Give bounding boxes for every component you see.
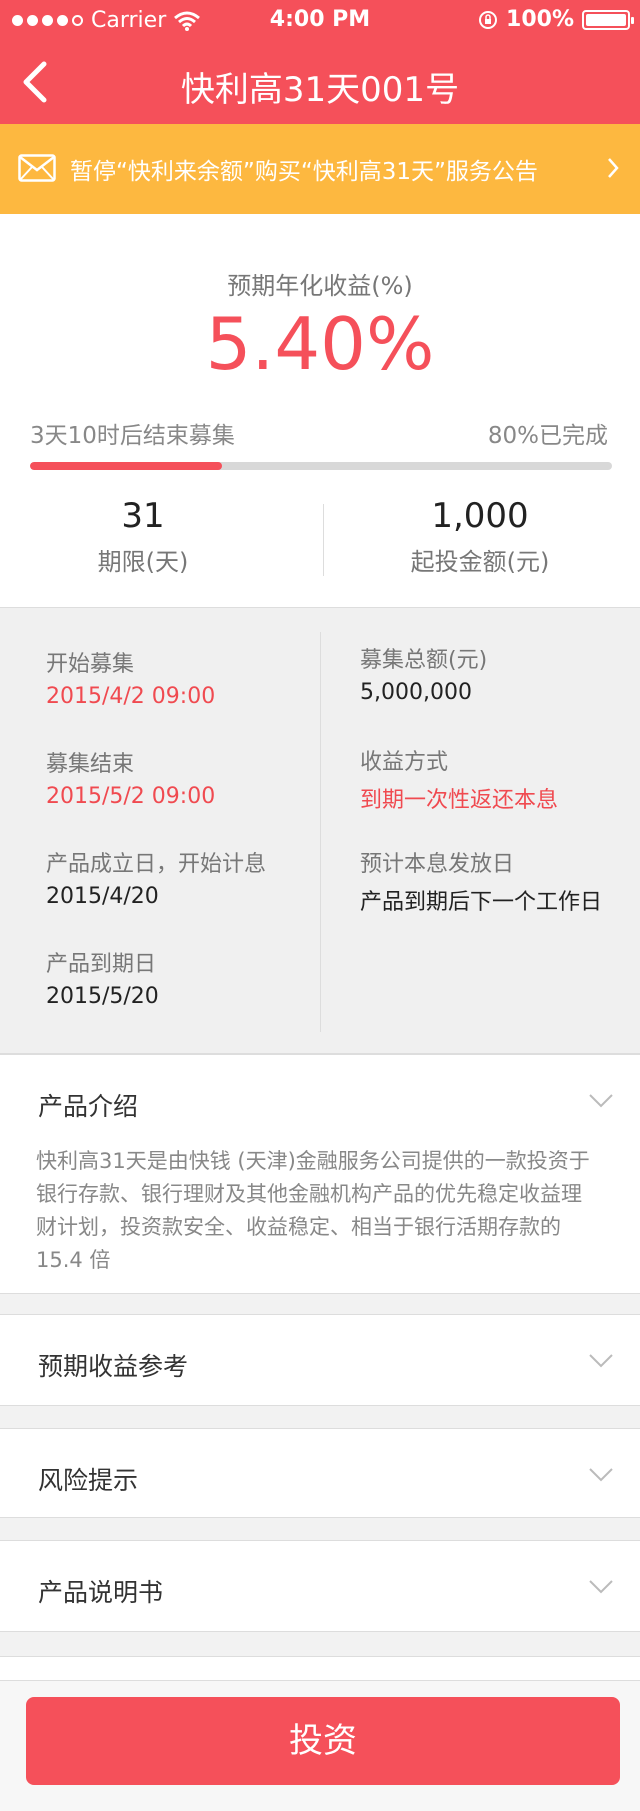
chevron-down-icon [589, 1468, 613, 1482]
product-detail-screen: Carrier 4:00 PM 100% 快利高31天001号 暂停“快利来余额… [0, 0, 640, 1811]
payout-label: 预计本息发放日 [360, 852, 515, 877]
section-expected-return[interactable]: 预期收益参考 [0, 1314, 640, 1406]
chevron-down-icon [589, 1580, 613, 1594]
notice-text: 暂停“快利来余额”购买“快利高31天”服务公告 [70, 159, 538, 185]
completion-text: 80%已完成 [487, 423, 608, 449]
section-title: 产品说明书 [38, 1578, 164, 1607]
end-value: 2015/5/2 09:00 [46, 784, 216, 809]
battery-percent: 100% [506, 7, 574, 32]
battery-icon [582, 9, 634, 30]
nav-bar: 快利高31天001号 [0, 42, 640, 124]
invest-button[interactable]: 投资 [26, 1697, 620, 1785]
min-invest-label: 起投金额(元) [410, 548, 550, 576]
total-detail: 募集总额(元) 5,000,000 [360, 642, 487, 705]
established-value: 2015/4/20 [46, 884, 159, 909]
method-label: 收益方式 [360, 750, 449, 775]
established-detail: 产品成立日，开始计息 2015/4/20 [46, 846, 266, 909]
term-value: 31 [121, 496, 165, 536]
summary-card: 预期年化收益(%) 5.40% 3天10时后结束募集 80%已完成 31 期限(… [0, 214, 640, 608]
start-value: 2015/4/2 09:00 [46, 684, 216, 709]
mail-icon [18, 154, 56, 182]
section-title: 产品介绍 [38, 1092, 139, 1121]
payout-detail: 预计本息发放日 产品到期后下一个工作日 [360, 846, 602, 916]
method-detail: 收益方式 到期一次性返还本息 [360, 744, 558, 814]
yield-label: 预期年化收益(%) [227, 272, 413, 300]
page-title: 快利高31天001号 [180, 70, 460, 110]
term-label: 期限(天) [97, 548, 189, 576]
end-label: 募集结束 [46, 752, 135, 777]
details-panel: 开始募集 2015/4/2 09:00 募集结束 2015/5/2 09:00 … [0, 608, 640, 1054]
end-detail: 募集结束 2015/5/2 09:00 [46, 746, 215, 809]
stat-divider [323, 504, 324, 576]
start-label: 开始募集 [46, 652, 135, 677]
yield-value: 5.40% [205, 302, 435, 386]
method-value: 到期一次性返还本息 [360, 788, 559, 813]
section-title: 风险提示 [38, 1466, 139, 1495]
status-right: 100% [478, 7, 634, 32]
total-label: 募集总额(元) [360, 648, 488, 673]
countdown-text: 3天10时后结束募集 [30, 423, 235, 449]
min-invest-value: 1,000 [431, 496, 529, 536]
min-invest-stat: 1,000 起投金额(元) [330, 496, 630, 577]
chevron-down-icon [589, 1354, 613, 1368]
section-risk-notice[interactable]: 风险提示 [0, 1428, 640, 1518]
progress-fill [30, 462, 223, 470]
section-product-manual[interactable]: 产品说明书 [0, 1540, 640, 1632]
term-stat: 31 期限(天) [0, 496, 293, 577]
section-body: 快利高31天是由快钱 (天津)金融服务公司提供的一款投资于银行存款、银行理财及其… [36, 1149, 590, 1272]
progress-bar [30, 462, 612, 470]
start-detail: 开始募集 2015/4/2 09:00 [46, 646, 215, 709]
established-label: 产品成立日，开始计息 [46, 852, 267, 877]
details-divider [320, 632, 321, 1032]
section-title: 预期收益参考 [38, 1352, 189, 1381]
payout-value: 产品到期后下一个工作日 [360, 890, 603, 915]
maturity-label: 产品到期日 [46, 952, 157, 977]
status-bar: Carrier 4:00 PM 100% [0, 0, 640, 40]
maturity-value: 2015/5/20 [46, 984, 159, 1009]
rotation-lock-icon [479, 10, 498, 29]
bottom-bar: 投资 [0, 1680, 640, 1811]
maturity-detail: 产品到期日 2015/5/20 [46, 946, 159, 1009]
chevron-down-icon [589, 1094, 613, 1108]
section-product-intro[interactable]: 产品介绍 快利高31天是由快钱 (天津)金融服务公司提供的一款投资于银行存款、银… [0, 1054, 640, 1294]
notice-banner[interactable]: 暂停“快利来余额”购买“快利高31天”服务公告 [0, 124, 640, 214]
chevron-right-icon [608, 158, 619, 178]
header: Carrier 4:00 PM 100% 快利高31天001号 [0, 0, 640, 124]
total-value: 5,000,000 [360, 680, 472, 705]
